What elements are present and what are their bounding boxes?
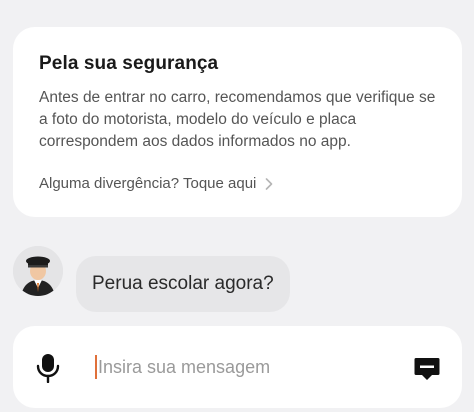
text-caret xyxy=(95,355,97,379)
chevron-right-icon xyxy=(266,177,273,190)
message-composer xyxy=(13,326,462,408)
message-send-icon[interactable] xyxy=(413,354,441,382)
safety-card: Pela sua segurança Antes de entrar no ca… xyxy=(13,27,462,217)
safety-card-body: Antes de entrar no carro, recomendamos q… xyxy=(39,89,436,150)
message-input-wrapper xyxy=(95,352,388,382)
safety-card-title: Pela sua segurança xyxy=(39,53,219,74)
microphone-icon[interactable] xyxy=(35,353,61,383)
report-divergence-label: Alguma divergência? Toque aqui xyxy=(39,175,257,192)
report-divergence-link[interactable]: Alguma divergência? Toque aqui xyxy=(39,175,273,192)
driver-avatar-icon xyxy=(13,246,63,296)
chat-message-text: Perua escolar agora? xyxy=(92,273,274,294)
message-input[interactable] xyxy=(98,356,388,378)
chat-message-bubble: Perua escolar agora? xyxy=(76,256,290,312)
